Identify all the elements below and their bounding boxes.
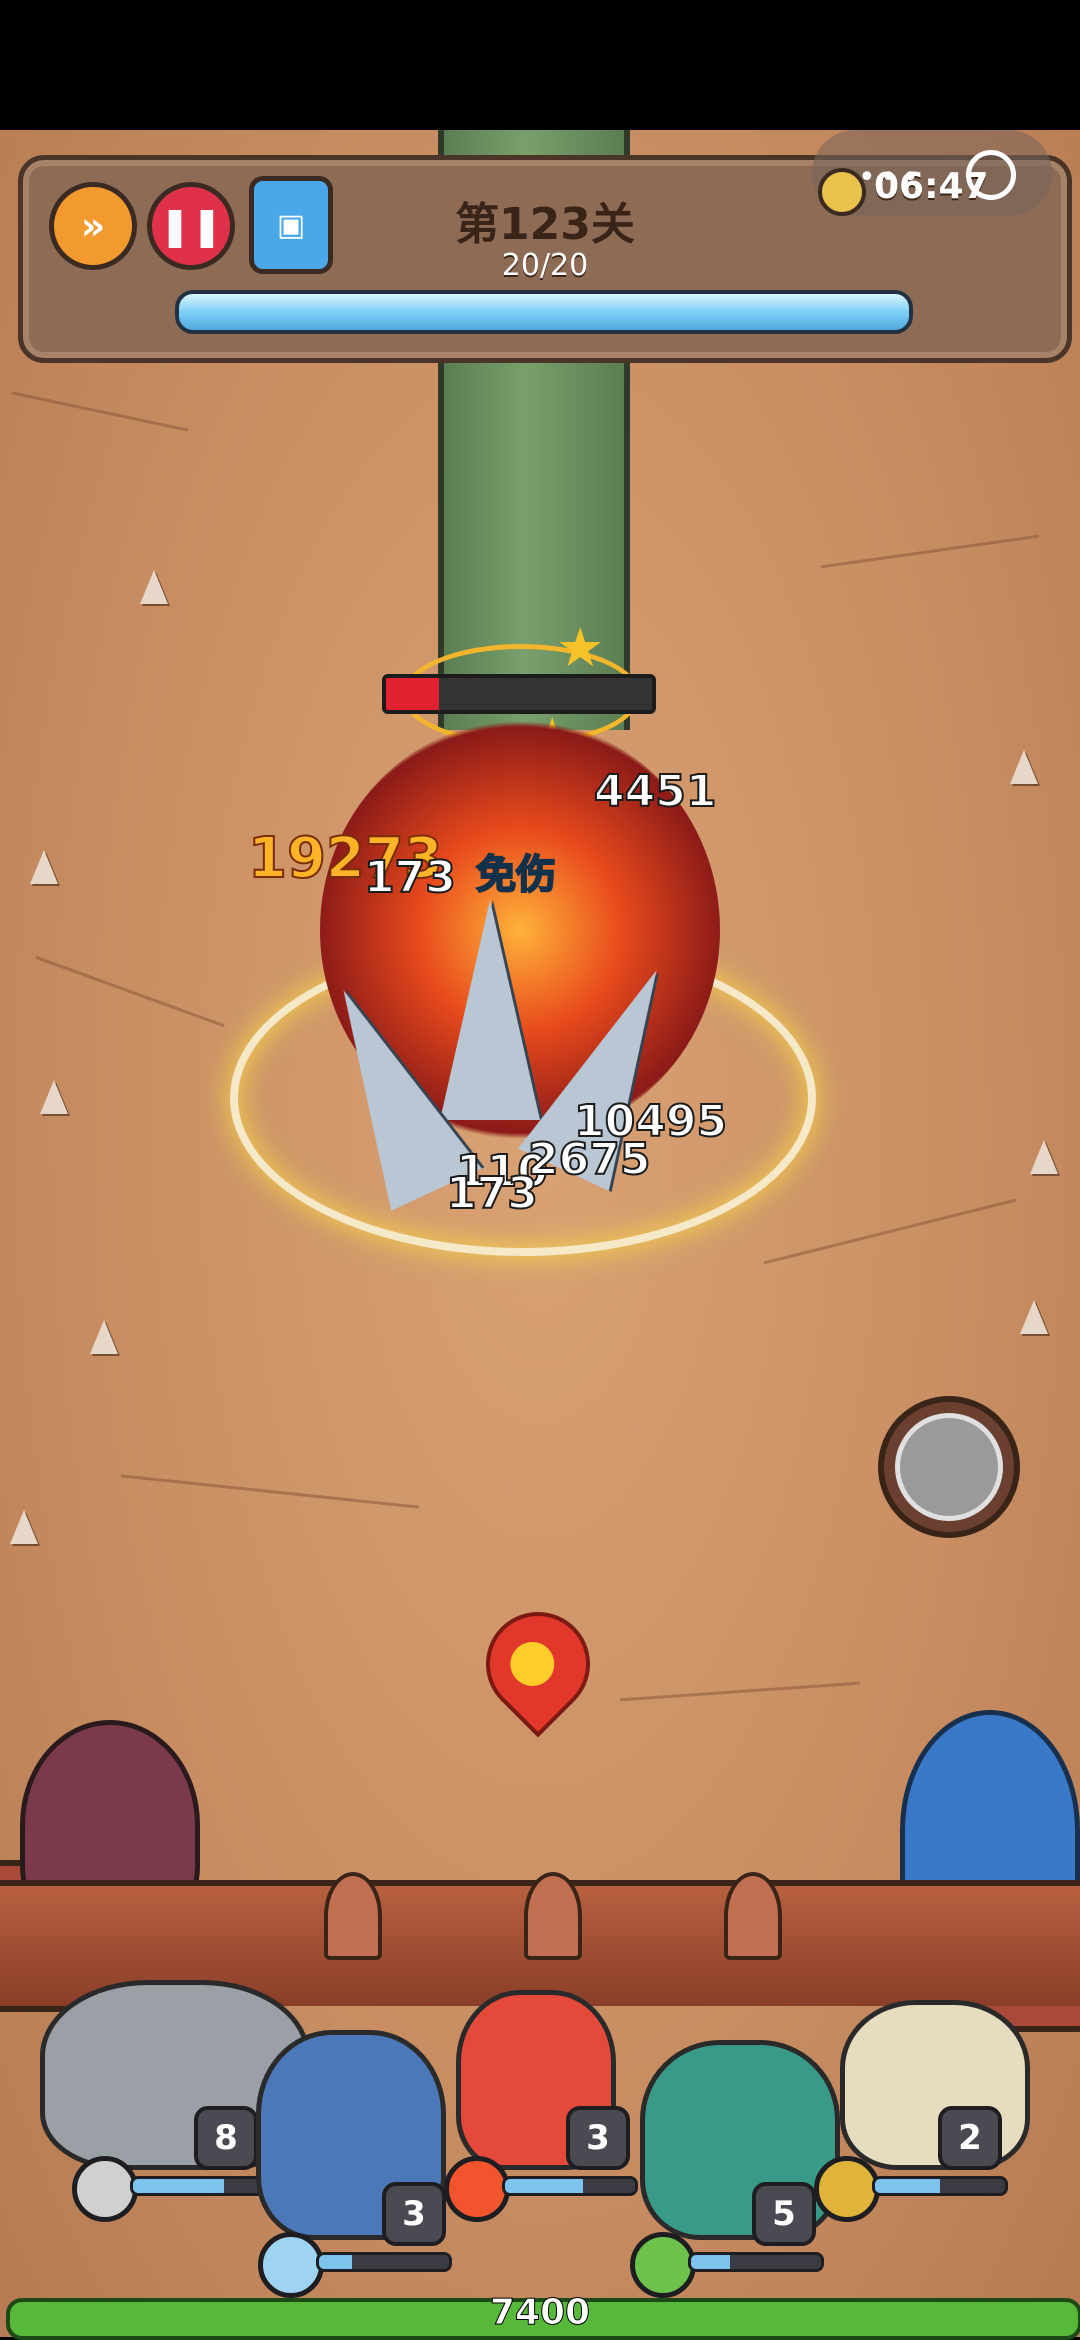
wall-pike [324,1872,382,1960]
hero-level-badge: 8 [194,2106,258,2170]
immune-text: 免伤 [475,851,557,899]
ice-crystal [440,900,540,1120]
damage-number: 173 [363,851,457,904]
fire-skill-icon[interactable] [444,2156,510,2222]
base-health-value: 7400 [489,2292,591,2334]
ground-spike [140,570,168,604]
ground-crack [620,1681,860,1702]
ground-spike [1030,1140,1058,1174]
ground-spike [30,850,58,884]
damage-number: 173 [445,1167,539,1220]
more-options-icon[interactable]: ••• [858,160,923,195]
wall-pike [524,1872,582,1960]
ground-spike [1020,1300,1048,1334]
close-target-icon[interactable] [966,150,1016,200]
hero-mana-bar [316,2252,452,2272]
hero-level-badge: 3 [382,2182,446,2246]
damage-number: 2675 [527,1133,651,1186]
ground-crack [763,1198,1017,1265]
ground-spike [40,1080,68,1114]
ground-crack [120,1474,420,1509]
hero-level-badge: 5 [752,2182,816,2246]
nature-skill-icon[interactable] [630,2232,696,2298]
hero-mana-fill [319,2255,352,2269]
hero-mana-bar [130,2176,266,2196]
hero-mana-fill [133,2179,224,2193]
hero-mana-fill [691,2255,730,2269]
ground-crack [820,534,1040,569]
hero-level-badge: 3 [566,2106,630,2170]
hero-mana-fill [875,2179,940,2193]
boss-health-bar [382,674,656,714]
hero-level-badge: 2 [938,2106,1002,2170]
ground-crack [35,955,225,1028]
ice-skill-icon[interactable] [258,2232,324,2298]
ground-crack [11,391,189,432]
boss-health-fill [386,678,440,710]
wall-pike [724,1872,782,1960]
rock-skill-icon[interactable] [72,2156,138,2222]
hero-mana-fill [505,2179,583,2193]
hero-mana-bar [872,2176,1008,2196]
hero-mana-bar [502,2176,638,2196]
wave-counter: 20/20 [501,248,589,283]
ground-spike [10,1510,38,1544]
damage-number: 4451 [593,765,717,818]
wave-progress-bar [175,290,913,334]
skill-side-button[interactable] [878,1396,1020,1538]
hero-mana-bar [688,2252,824,2272]
ground-spike [90,1320,118,1354]
star-icon: ★ [556,616,605,679]
ultimate-skill-icon [895,1413,1003,1521]
gold-skill-icon[interactable] [814,2156,880,2222]
ground-spike [1010,750,1038,784]
